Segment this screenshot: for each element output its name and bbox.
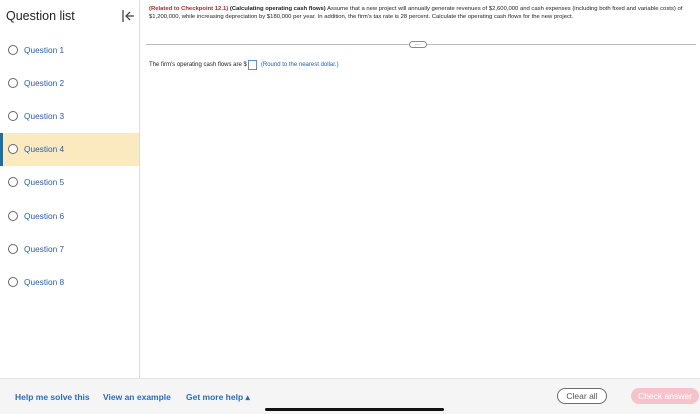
check-answer-button[interactable]: Check answer [631,388,699,404]
question-item-1[interactable]: Question 1 [0,33,139,66]
answer-line: The firm's operating cash flows are $ (R… [149,60,339,70]
question-item-3[interactable]: Question 3 [0,99,139,132]
question-item-label: Question 5 [24,177,65,188]
question-list-sidebar: Question list Question 1 Question 2 Questi… [0,0,140,378]
radio-circle-icon [8,77,18,88]
footer-bar: Help me solve this View an example Get m… [0,378,700,414]
radio-circle-icon [8,243,18,254]
question-item-label: Question 3 [24,110,65,121]
radio-circle-icon [8,177,18,188]
radio-circle-icon [8,210,18,221]
view-example-link[interactable]: View an example [103,392,171,402]
question-item-label: Question 1 [24,44,65,55]
collapse-left-icon [122,10,134,22]
answer-prefix: The firm's operating cash flows are $ [149,62,247,68]
radio-circle-icon [8,110,18,121]
radio-circle-icon [8,144,18,155]
question-item-label: Question 8 [24,276,65,287]
home-indicator [265,408,444,411]
rounding-hint: (Round to the nearest dollar.) [260,62,339,68]
radio-circle-icon [8,44,18,55]
question-item-label: Question 4 [24,144,65,155]
question-item-8[interactable]: Question 8 [0,265,139,298]
collapse-sidebar-button[interactable] [120,8,136,24]
question-prompt: (Related to Checkpoint 12.1) (Calculatin… [149,5,697,21]
question-topic: (Calculating operating cash flows) [229,6,326,12]
help-me-solve-link[interactable]: Help me solve this [15,392,90,402]
question-item-label: Question 6 [24,210,65,221]
question-item-4[interactable]: Question 4 [0,132,139,166]
question-item-label: Question 7 [24,243,65,254]
question-item-2[interactable]: Question 2 [0,66,139,99]
answer-input[interactable] [247,60,257,70]
sidebar-title: Question list [6,9,75,23]
sidebar-header: Question list [6,9,134,25]
question-item-label: Question 2 [24,77,65,88]
checkpoint-reference: (Related to Checkpoint 12.1) [149,6,229,12]
question-item-6[interactable]: Question 6 [0,199,139,232]
question-item-5[interactable]: Question 5 [0,166,139,199]
question-item-7[interactable]: Question 7 [0,232,139,265]
get-more-help-link[interactable]: Get more help ▴ [186,392,250,403]
clear-all-button[interactable]: Clear all [557,388,607,404]
expand-handle-button[interactable]: .... [409,41,427,48]
question-panel: (Related to Checkpoint 12.1) (Calculatin… [141,0,700,378]
radio-circle-icon [8,276,18,287]
